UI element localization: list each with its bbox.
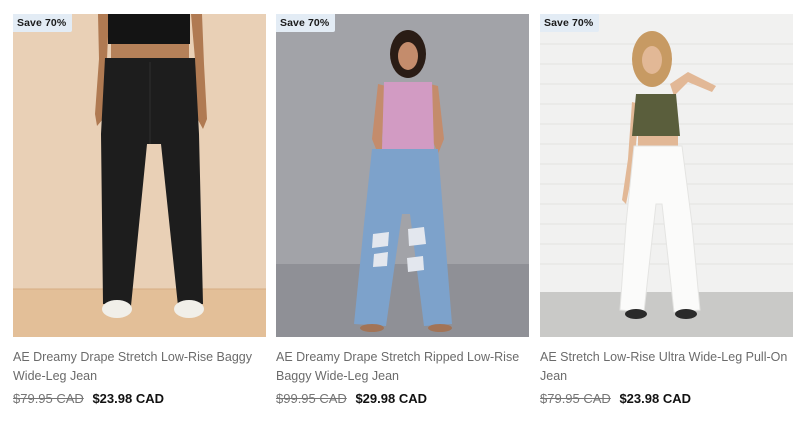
product-image[interactable]: Save 70% — [540, 14, 793, 337]
product-photo-white-pull-on-jean — [540, 14, 793, 337]
original-price: $79.95 CAD — [540, 391, 611, 406]
product-title-link[interactable]: AE Dreamy Drape Stretch Low-Rise Baggy W… — [13, 348, 266, 386]
product-card[interactable]: Save 70% AE Dreamy Drape Stretch Ripped … — [276, 14, 529, 408]
product-grid: Save 70% AE Dreamy Drape Stretch Low-Ris… — [0, 0, 800, 427]
product-title-link[interactable]: AE Stretch Low-Rise Ultra Wide-Leg Pull-… — [540, 348, 793, 386]
sale-price: $23.98 CAD — [92, 391, 164, 406]
price-row: $99.95 CAD $29.98 CAD — [276, 390, 529, 408]
product-photo-black-wide-leg-jean — [13, 14, 266, 337]
product-card[interactable]: Save 70% AE Stretch Low-Rise Ultra Wide-… — [540, 14, 793, 408]
discount-badge: Save 70% — [13, 14, 73, 32]
price-row: $79.95 CAD $23.98 CAD — [13, 390, 266, 408]
original-price: $99.95 CAD — [276, 391, 347, 406]
original-price: $79.95 CAD — [13, 391, 84, 406]
discount-badge: Save 70% — [276, 14, 336, 32]
product-image[interactable]: Save 70% — [276, 14, 529, 337]
product-image[interactable]: Save 70% — [13, 14, 266, 337]
product-card[interactable]: Save 70% AE Dreamy Drape Stretch Low-Ris… — [13, 14, 266, 408]
product-title-link[interactable]: AE Dreamy Drape Stretch Ripped Low-Rise … — [276, 348, 529, 386]
sale-price: $29.98 CAD — [355, 391, 427, 406]
sale-price: $23.98 CAD — [619, 391, 691, 406]
price-row: $79.95 CAD $23.98 CAD — [540, 390, 793, 408]
discount-badge: Save 70% — [540, 14, 600, 32]
product-photo-ripped-baggy-jean — [276, 14, 529, 337]
